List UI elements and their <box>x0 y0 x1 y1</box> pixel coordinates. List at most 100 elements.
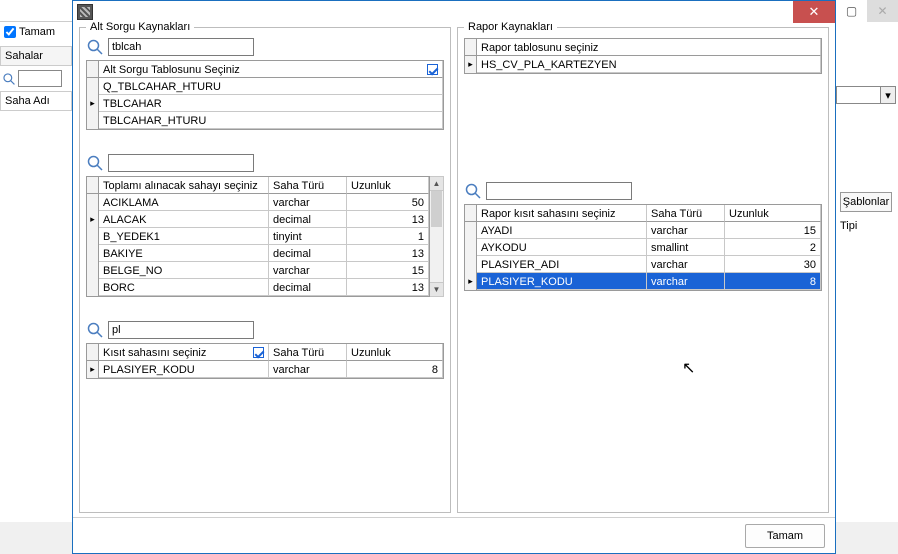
right-search-constraint[interactable] <box>486 182 632 200</box>
close-button[interactable]: ✕ <box>793 1 835 23</box>
scrollbar[interactable]: ▲ ▼ <box>430 176 444 297</box>
search-icon <box>464 182 482 200</box>
cell-length: 13 <box>347 245 429 262</box>
cell-length: 50 <box>347 194 429 211</box>
table-row[interactable]: PLASIYER_KODUvarchar8 <box>87 361 443 378</box>
cell-length: 8 <box>347 361 443 378</box>
col-len-header: Uzunluk <box>347 177 429 194</box>
cell-length: 8 <box>725 273 821 290</box>
checkbox-icon[interactable] <box>253 347 264 358</box>
bg-tamam-checkbox[interactable] <box>4 26 16 38</box>
left-search-tables[interactable] <box>108 38 254 56</box>
table-row[interactable]: ALACAKdecimal13 <box>87 211 429 228</box>
search-icon <box>86 321 104 339</box>
right-table-select-header: Rapor tablosunu seçiniz <box>477 39 821 56</box>
bg-search-input[interactable] <box>18 70 62 87</box>
cell-type: varchar <box>269 361 347 378</box>
cell-length: 15 <box>725 222 821 239</box>
col-type-header: Saha Türü <box>269 177 347 194</box>
cell-name: B_YEDEK1 <box>99 228 269 245</box>
cell-name: ALACAK <box>99 211 269 228</box>
left-sumfields-grid[interactable]: Toplamı alınacak sahayı seçiniz Saha Tür… <box>86 176 430 297</box>
scroll-thumb[interactable] <box>431 191 442 227</box>
table-row[interactable]: Q_TBLCAHAR_HTURU <box>87 78 443 95</box>
table-row[interactable]: BELGE_NOvarchar15 <box>87 262 429 279</box>
left-constraint-grid[interactable]: Kısıt sahasını seçiniz Saha Türü Uzunluk… <box>86 343 444 379</box>
table-row[interactable]: AYADIvarchar15 <box>465 222 821 239</box>
cell: TBLCAHAR_HTURU <box>99 112 443 129</box>
cell-name: ACIKLAMA <box>99 194 269 211</box>
left-table-select-header: Alt Sorgu Tablosunu Seçiniz <box>103 63 240 77</box>
dialog-window: ✕ Alt Sorgu Kaynakları Alt Sorgu Tablosu… <box>72 0 836 554</box>
checkbox-icon[interactable] <box>427 64 438 75</box>
cell-name: PLASIYER_ADI <box>477 256 647 273</box>
cell-length: 13 <box>347 211 429 228</box>
cell-type: varchar <box>647 273 725 290</box>
cell-length: 13 <box>347 279 429 296</box>
cell-name: BAKIYE <box>99 245 269 262</box>
table-row[interactable]: PLASIYER_ADIvarchar30 <box>465 256 821 273</box>
cell-type: varchar <box>647 222 725 239</box>
cell-name: AYADI <box>477 222 647 239</box>
cell-type: decimal <box>269 245 347 262</box>
table-row[interactable]: B_YEDEK1tinyint1 <box>87 228 429 245</box>
search-icon <box>86 154 104 172</box>
app-icon <box>77 4 93 20</box>
col-name-header: Rapor kısıt sahasını seçiniz <box>477 205 647 222</box>
bg-close-button[interactable]: ✕ <box>867 0 898 22</box>
table-row[interactable]: TBLCAHAR <box>87 95 443 112</box>
cell-length: 2 <box>725 239 821 256</box>
col-name-header: Toplamı alınacak sahayı seçiniz <box>99 177 269 194</box>
table-row[interactable]: HS_CV_PLA_KARTEZYEN <box>465 56 821 73</box>
cell: Q_TBLCAHAR_HTURU <box>99 78 443 95</box>
left-search-sumfields[interactable] <box>108 154 254 172</box>
table-row[interactable]: BAKIYEdecimal13 <box>87 245 429 262</box>
cell-name: PLASIYER_KODU <box>99 361 269 378</box>
cell-type: smallint <box>647 239 725 256</box>
cell-name: AYKODU <box>477 239 647 256</box>
right-constraint-grid[interactable]: Rapor kısıt sahasını seçiniz Saha Türü U… <box>464 204 822 291</box>
bg-restore-button[interactable]: ▢ <box>836 0 867 22</box>
col-name-header: Kısıt sahasını seçiniz <box>103 346 206 360</box>
right-panel-legend: Rapor Kaynakları <box>464 21 557 33</box>
cell-type: tinyint <box>269 228 347 245</box>
cell-name: BORC <box>99 279 269 296</box>
col-type-header: Saha Türü <box>269 344 347 361</box>
bg-sahalar-header: Sahalar <box>0 46 72 66</box>
cell-length: 15 <box>347 262 429 279</box>
cell-type: decimal <box>269 279 347 296</box>
cell-type: varchar <box>647 256 725 273</box>
ok-button[interactable]: Tamam <box>745 524 825 548</box>
bg-tipi-label: Tipi <box>840 220 857 232</box>
search-icon <box>86 38 104 56</box>
left-panel-legend: Alt Sorgu Kaynakları <box>86 21 194 33</box>
cell: TBLCAHAR <box>99 95 443 112</box>
cell-length: 30 <box>725 256 821 273</box>
table-row[interactable]: PLASIYER_KODUvarchar8 <box>465 273 821 290</box>
right-table-select-grid[interactable]: Rapor tablosunu seçiniz HS_CV_PLA_KARTEZ… <box>464 38 822 74</box>
cell-length: 1 <box>347 228 429 245</box>
table-row[interactable]: TBLCAHAR_HTURU <box>87 112 443 129</box>
bg-tamam-label: Tamam <box>19 26 55 38</box>
table-row[interactable]: BORCdecimal13 <box>87 279 429 296</box>
cell-type: varchar <box>269 194 347 211</box>
left-table-select-grid[interactable]: Alt Sorgu Tablosunu Seçiniz Q_TBLCAHAR_H… <box>86 60 444 130</box>
left-panel: Alt Sorgu Kaynakları Alt Sorgu Tablosunu… <box>79 27 451 513</box>
scroll-up-icon[interactable]: ▲ <box>430 177 443 191</box>
table-row[interactable]: AYKODUsmallint2 <box>465 239 821 256</box>
cell-type: decimal <box>269 211 347 228</box>
scroll-down-icon[interactable]: ▼ <box>430 282 443 296</box>
cell-name: BELGE_NO <box>99 262 269 279</box>
cell-type: varchar <box>269 262 347 279</box>
col-type-header: Saha Türü <box>647 205 725 222</box>
cell-name: PLASIYER_KODU <box>477 273 647 290</box>
table-row[interactable]: ACIKLAMAvarchar50 <box>87 194 429 211</box>
chevron-down-icon[interactable]: ▾ <box>880 86 896 104</box>
bg-sablonlar-button[interactable]: Şablonlar <box>840 192 892 212</box>
left-search-constraint[interactable] <box>108 321 254 339</box>
col-len-header: Uzunluk <box>347 344 443 361</box>
bg-column-header: Saha Adı <box>0 91 72 111</box>
col-len-header: Uzunluk <box>725 205 821 222</box>
right-panel: Rapor Kaynakları Rapor tablosunu seçiniz… <box>457 27 829 513</box>
cell: HS_CV_PLA_KARTEZYEN <box>477 56 821 73</box>
